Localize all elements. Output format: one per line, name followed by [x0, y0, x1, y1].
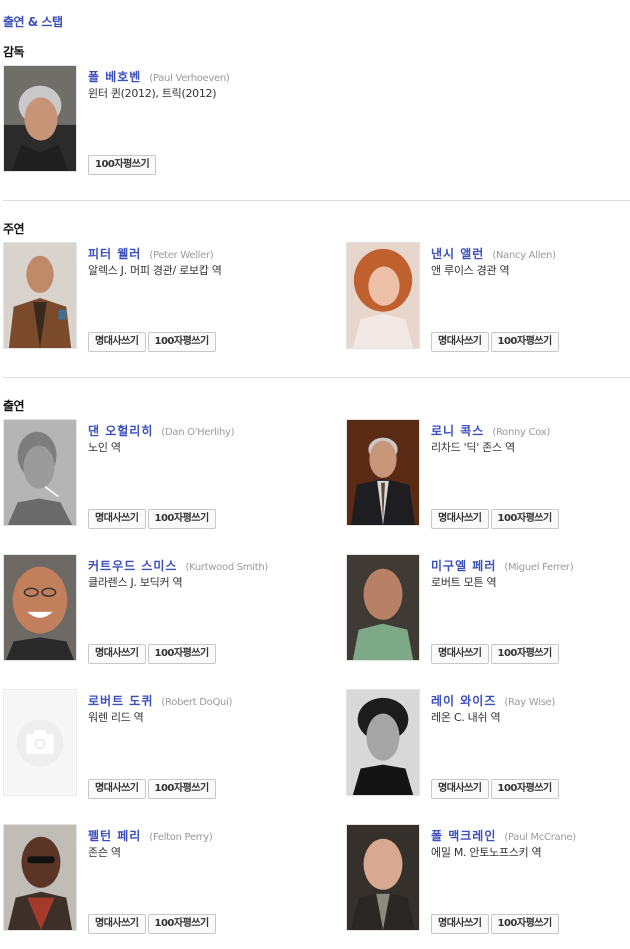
- quote-button[interactable]: 명대사쓰기: [88, 914, 146, 934]
- person-name[interactable]: 폴 베호벤: [88, 70, 141, 84]
- review-button[interactable]: 100자평쓰기: [147, 914, 216, 934]
- person-name[interactable]: 펠턴 페리: [88, 829, 141, 843]
- person-name[interactable]: 낸시 앨런: [431, 247, 484, 261]
- person-photo[interactable]: [346, 419, 420, 526]
- camera-icon: [4, 690, 76, 795]
- quote-button[interactable]: 명대사쓰기: [88, 332, 146, 352]
- review-button[interactable]: 100자평쓰기: [88, 155, 157, 175]
- section-heading-lead: 주연: [3, 222, 25, 236]
- person-name[interactable]: 폴 맥크레인: [431, 829, 496, 843]
- person-card: 피터 웰러 (Peter Weller) 알렉스 J. 머피 경관/ 로보캅 역 …: [3, 242, 303, 352]
- person-card: 레이 와이즈 (Ray Wise) 레온 C. 내쉬 역 명대사쓰기 100자평쓰기: [346, 689, 630, 799]
- person-name[interactable]: 로버트 도퀴: [88, 694, 153, 708]
- quote-button[interactable]: 명대사쓰기: [431, 332, 489, 352]
- person-role: 존슨 역: [88, 846, 121, 859]
- person-name-original: (Robert DoQui): [161, 697, 233, 708]
- person-name-original: (Dan O'Herlihy): [161, 427, 235, 438]
- person-name-original: (Kurtwood Smith): [185, 562, 268, 573]
- person-photo[interactable]: [346, 554, 420, 661]
- review-button[interactable]: 100자평쓰기: [490, 779, 559, 799]
- person-card: 로버트 도퀴 (Robert DoQui) 워렌 리드 역 명대사쓰기 100자평쓰…: [3, 689, 303, 799]
- person-name[interactable]: 미구엘 페러: [431, 559, 496, 573]
- person-name-original: (Ronny Cox): [492, 427, 550, 438]
- quote-button[interactable]: 명대사쓰기: [88, 509, 146, 529]
- review-button[interactable]: 100자평쓰기: [147, 779, 216, 799]
- person-role: 로버트 모튼 역: [431, 576, 497, 589]
- section-heading-director: 감독: [3, 45, 25, 59]
- review-button[interactable]: 100자평쓰기: [147, 332, 216, 352]
- person-role: 노인 역: [88, 441, 121, 454]
- person-name[interactable]: 피터 웰러: [88, 247, 141, 261]
- section-divider: [3, 377, 630, 378]
- person-photo[interactable]: [346, 689, 420, 796]
- quote-button[interactable]: 명대사쓰기: [431, 914, 489, 934]
- quote-button[interactable]: 명대사쓰기: [88, 779, 146, 799]
- person-photo[interactable]: [3, 554, 77, 661]
- person-name[interactable]: 레이 와이즈: [431, 694, 496, 708]
- person-role: 에밀 M. 안토노프스키 역: [431, 846, 542, 859]
- person-role: 레온 C. 내쉬 역: [431, 711, 501, 724]
- person-name-original: (Ray Wise): [504, 697, 555, 708]
- review-button[interactable]: 100자평쓰기: [147, 509, 216, 529]
- review-button[interactable]: 100자평쓰기: [490, 509, 559, 529]
- person-photo-placeholder[interactable]: [3, 689, 77, 796]
- person-name[interactable]: 커트우드 스미스: [88, 559, 177, 573]
- person-photo[interactable]: [3, 824, 77, 931]
- person-card: 로니 콕스 (Ronny Cox) 리차드 '딕' 존스 역 명대사쓰기 100자평…: [346, 419, 630, 529]
- quote-button[interactable]: 명대사쓰기: [431, 644, 489, 664]
- person-photo[interactable]: [346, 242, 420, 349]
- section-divider: [3, 200, 630, 201]
- person-card: 낸시 앨런 (Nancy Allen) 앤 루이스 경관 역 명대사쓰기 100자평…: [346, 242, 630, 352]
- review-button[interactable]: 100자평쓰기: [147, 644, 216, 664]
- person-photo[interactable]: [3, 242, 77, 349]
- person-role: 앤 루이스 경관 역: [431, 264, 510, 277]
- person-card: 미구엘 페러 (Miguel Ferrer) 로버트 모튼 역 명대사쓰기 100자…: [346, 554, 630, 664]
- quote-button[interactable]: 명대사쓰기: [431, 779, 489, 799]
- person-name-original: (Peter Weller): [149, 250, 214, 261]
- person-role: 윈터 퀸(2012), 트릭(2012): [88, 87, 217, 100]
- person-name[interactable]: 로니 콕스: [431, 424, 484, 438]
- person-role: 리차드 '딕' 존스 역: [431, 441, 515, 454]
- person-name-original: (Miguel Ferrer): [504, 562, 574, 573]
- person-name-original: (Paul McCrane): [504, 832, 576, 843]
- person-role: 워렌 리드 역: [88, 711, 144, 724]
- person-name-original: (Nancy Allen): [492, 250, 556, 261]
- quote-button[interactable]: 명대사쓰기: [88, 644, 146, 664]
- person-role: 알렉스 J. 머피 경관/ 로보캅 역: [88, 264, 222, 277]
- review-button[interactable]: 100자평쓰기: [490, 644, 559, 664]
- person-card: 커트우드 스미스 (Kurtwood Smith) 클라렌스 J. 보딕커 역 명…: [3, 554, 303, 664]
- review-button[interactable]: 100자평쓰기: [490, 332, 559, 352]
- page-title: 출연 & 스탭: [3, 15, 63, 29]
- person-role: 클라렌스 J. 보딕커 역: [88, 576, 183, 589]
- person-name-original: (Felton Perry): [149, 832, 213, 843]
- person-card: 폴 맥크레인 (Paul McCrane) 에밀 M. 안토노프스키 역 명대사쓰…: [346, 824, 630, 934]
- person-photo[interactable]: [3, 419, 77, 526]
- person-card: 폴 베호벤 (Paul Verhoeven) 윈터 퀸(2012), 트릭(201…: [3, 65, 303, 175]
- person-photo[interactable]: [3, 65, 77, 172]
- quote-button[interactable]: 명대사쓰기: [431, 509, 489, 529]
- person-name[interactable]: 댄 오헐리히: [88, 424, 153, 438]
- person-photo[interactable]: [346, 824, 420, 931]
- person-name-original: (Paul Verhoeven): [149, 73, 230, 84]
- section-heading-cast: 출연: [3, 399, 25, 413]
- person-card: 펠턴 페리 (Felton Perry) 존슨 역 명대사쓰기 100자평쓰기: [3, 824, 303, 934]
- person-card: 댄 오헐리히 (Dan O'Herlihy) 노인 역 명대사쓰기 100자평쓰기: [3, 419, 303, 529]
- review-button[interactable]: 100자평쓰기: [490, 914, 559, 934]
